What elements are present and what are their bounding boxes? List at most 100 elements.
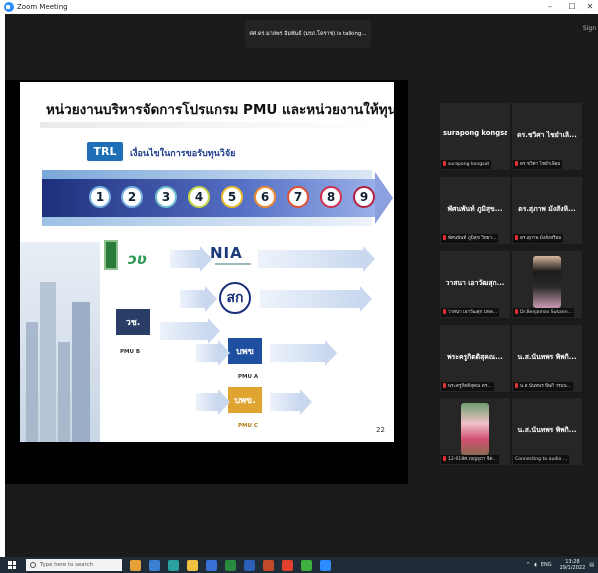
participant-name: surapong kongsat [443, 129, 507, 137]
search-icon [30, 562, 36, 568]
trl-level-9: 9 [353, 186, 375, 208]
participant-tile[interactable]: พัศนพันท์ ภูมิสุข... พัศนพันท์ ภูมิสุข ว… [440, 177, 510, 244]
file-explorer-icon[interactable] [187, 559, 198, 571]
participant-caption: พัศนพันท์ ภูมิสุข วิทยา... [441, 234, 499, 243]
notifications-icon[interactable]: ▤ [589, 562, 594, 568]
pmu-c-logo: บพข. [228, 387, 262, 413]
paint-app-icon[interactable] [130, 559, 141, 571]
funding-arrow-2 [258, 246, 375, 272]
funding-arrow-4 [260, 286, 372, 312]
funding-arrow-5 [160, 318, 220, 344]
participant-video [461, 403, 489, 455]
trl-band-bottom [42, 217, 372, 226]
mic-muted-icon [443, 309, 446, 314]
participant-tile[interactable]: พระครูกิตติสุคณ... พระครูกิตติสุคณ ดร... [440, 325, 510, 392]
sign-label[interactable]: Sign [583, 25, 596, 32]
mic-muted-icon [443, 161, 446, 166]
mic-muted-icon [443, 383, 446, 388]
funding-arrow-8 [196, 389, 230, 415]
city-illustration [20, 242, 100, 442]
participant-tile[interactable]: น.ส.นันทพร พิพกิ... น.ส.นันทพร พิพกิ วรม… [512, 325, 582, 392]
participant-caption: 12-018ศ.เบญจุภา จิต... [441, 455, 499, 464]
participant-tile[interactable]: ดร.สุภาพ มังสังหิ... ดร.สุภาพ มังสังหริอ… [512, 177, 582, 244]
taskbar-search[interactable]: Type here to search [26, 559, 122, 571]
title-bar: Zoom Meeting [0, 0, 598, 14]
task-view-icon[interactable] [149, 559, 160, 571]
participant-name: พระครูกิตติสุคณ... [447, 353, 503, 361]
participant-tile[interactable]: surapong kongsat surapong kongsat [440, 103, 510, 170]
participant-caption: พระครูกิตติสุคณ ดร... [441, 382, 494, 391]
language-indicator[interactable]: ENG [541, 562, 552, 568]
word-icon[interactable] [244, 559, 255, 571]
trl-band-top [42, 170, 372, 179]
trl-subtitle: เงื่อนไขในการขอรับทุนวิจัย [130, 149, 236, 159]
start-menu-icon[interactable] [8, 561, 16, 569]
volume-icon[interactable]: ◖ [534, 562, 537, 568]
funding-arrow-6 [196, 340, 230, 366]
search-placeholder: Type here to search [40, 562, 93, 568]
trl-level-7: 7 [287, 186, 309, 208]
participant-name: น.ส.นันทพร พิพกิ... [517, 426, 577, 434]
clock[interactable]: 13:28 29/1/2022 [556, 559, 586, 571]
participant-tile-video[interactable]: 12-018ศ.เบญจุภา จิต... [440, 398, 510, 465]
pmu-c-label: PMU C [238, 423, 258, 429]
funding-arrow-1 [170, 246, 212, 272]
tsri-logo: สก [219, 282, 251, 314]
participant-caption: ดร.ชวิศา ไชยำเลิอม [513, 160, 563, 169]
zoom-app-icon[interactable] [320, 559, 331, 571]
minimize-button[interactable]: – [540, 0, 560, 14]
trl-level-4: 4 [188, 186, 210, 208]
trl-badge: TRL [87, 142, 123, 161]
presentation-slide: หน่วยงานบริหารจัดการโปรแกรม PMU และหน่วย… [20, 82, 394, 442]
nia-logo: NIA [210, 244, 243, 262]
line-app-icon[interactable] [301, 559, 312, 571]
pmu-b-logo: วช. [116, 309, 150, 335]
trl-level-6: 6 [254, 186, 276, 208]
nia-logo-underline [215, 263, 251, 265]
funding-arrow-3 [180, 286, 217, 312]
mic-muted-icon [515, 235, 518, 240]
participant-video [533, 256, 561, 308]
system-tray: ^ ◖ ENG 13:28 29/1/2022 ▤ [522, 557, 594, 573]
participant-tile[interactable]: วาสนา เอาวัฒสุก... วาสนา เอาวัฒสุก มหล..… [440, 251, 510, 318]
clock-date: 29/1/2022 [559, 565, 586, 571]
participant-caption: surapong kongsat [441, 160, 492, 169]
pmu-a-logo: บพข [228, 338, 262, 364]
participant-tile[interactable]: ดร.ชวิศา ไชยำเลิ... ดร.ชวิศา ไชยำเลิอม [512, 103, 582, 170]
chrome-icon[interactable] [282, 559, 293, 571]
slide-page-number: 22 [376, 426, 385, 434]
participant-name: ดร.สุภาพ มังสังหิ... [518, 205, 576, 213]
participant-caption: ดร.สุภาพ มังสังหริอม [513, 234, 564, 243]
powerpoint-icon[interactable] [263, 559, 274, 571]
window-title: Zoom Meeting [17, 3, 68, 11]
mic-muted-icon [515, 161, 518, 166]
pmu-a-label: PMU A [238, 374, 259, 380]
participant-caption: Dr.Benjamas Sukann... [513, 308, 575, 317]
participant-name: ดร.ชวิศา ไชยำเลิ... [517, 131, 577, 139]
trl-level-3: 3 [155, 186, 177, 208]
participant-caption: น.ส.นันทพร พิพกิ วรมน... [513, 382, 574, 391]
slide-heading: หน่วยงานบริหารจัดการโปรแกรม PMU และหน่วย… [46, 102, 394, 118]
active-speaker-banner: ศศ.ดร.มาลพร อิมพันธ์ (มรภ.โคราช) is talk… [245, 20, 371, 48]
trl-level-1: 1 [89, 186, 111, 208]
close-button[interactable]: ✕ [580, 0, 598, 14]
participant-name: น.ส.นันทพร พิพกิ... [517, 353, 577, 361]
edge-browser-icon[interactable] [168, 559, 179, 571]
trl-level-2: 2 [121, 186, 143, 208]
tbl-logo-icon [104, 240, 118, 270]
store-app-icon[interactable] [206, 559, 217, 571]
windows-taskbar: Type here to search ^ ◖ ENG 13:28 29/1/2… [0, 557, 598, 573]
funding-arrow-9 [270, 389, 312, 415]
mic-muted-icon [515, 383, 518, 388]
excel-icon[interactable] [225, 559, 236, 571]
participant-caption: วาสนา เอาวัฒสุก มหล... [441, 308, 500, 317]
anniversary-logo-icon: ɔʋ [128, 250, 147, 268]
chevron-up-icon[interactable]: ^ [526, 562, 530, 568]
funding-arrow-7 [270, 340, 337, 366]
trl-level-5: 5 [221, 186, 243, 208]
participant-name: วาสนา เอาวัฒสุก... [445, 279, 505, 287]
participant-tile[interactable]: น.ส.นันทพร พิพกิ... Connecting to audio … [512, 398, 582, 465]
pmu-b-label: PMU B [120, 349, 141, 355]
participant-tile-video[interactable]: Dr.Benjamas Sukann... [512, 251, 582, 318]
maximize-button[interactable]: ☐ [562, 0, 582, 14]
